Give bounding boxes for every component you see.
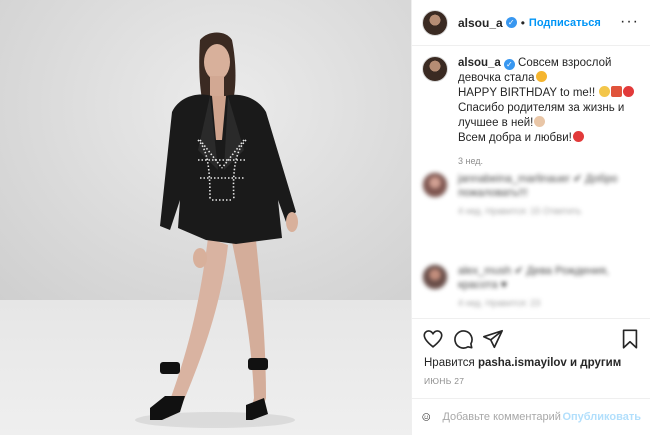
comment-avatar[interactable] [422, 172, 448, 198]
likes-prefix: Нравится [424, 357, 475, 369]
comment-meta: 4 нед. Нравится: 15 Ответить [458, 206, 582, 216]
caption: alsou_a ✓ Совсем взрослой девочка стала H… [422, 56, 642, 166]
comment-text-2: пожаловать!!! [458, 187, 528, 199]
verified-icon: ✓ [505, 17, 517, 28]
author-avatar[interactable] [422, 9, 448, 36]
verified-icon: ✓ [503, 59, 515, 70]
bookmark-icon[interactable] [619, 328, 641, 350]
caption-avatar[interactable] [422, 56, 448, 82]
more-options-icon[interactable]: ··· [620, 13, 639, 31]
heart-emoji-icon [572, 131, 584, 142]
comment-avatar[interactable] [422, 264, 448, 290]
comment-item: jannabeina_marlinauer ✔ Добро пожаловать… [422, 172, 642, 216]
post-photo[interactable] [0, 0, 411, 435]
emoji-icon[interactable] [422, 408, 431, 426]
post-actions [412, 318, 650, 358]
comments-section: alsou_a ✓ Совсем взрослой девочка стала H… [412, 46, 650, 318]
post-header: alsou_a ✓ • Подписаться ··· [412, 0, 650, 46]
comment-input[interactable] [442, 411, 563, 423]
heart-icon[interactable] [422, 328, 444, 350]
comment-text-1: alex_mush ✔ Дева Рождения, [458, 265, 609, 277]
author-username[interactable]: alsou_a [458, 16, 503, 30]
likes-others[interactable]: и другим [570, 357, 621, 369]
pray-emoji-icon [534, 116, 546, 127]
model-figure [135, 32, 298, 428]
dancer-emoji-icon [611, 86, 623, 97]
caption-username[interactable]: alsou_a [458, 57, 501, 69]
heart-emoji-icon [623, 86, 635, 97]
post-date: июнь 27 [424, 376, 465, 386]
publish-button[interactable]: Опубликовать [562, 411, 641, 423]
likes-summary: Нравится pasha.ismayilov и другим [424, 357, 621, 369]
comment-meta: 4 нед. Нравится: 23 [458, 298, 541, 308]
comment-item: alex_mush ✔ Дева Рождения, красота ♥ 4 н… [422, 264, 642, 308]
follow-button[interactable]: Подписаться [529, 17, 601, 29]
add-comment-bar: Опубликовать [412, 398, 650, 435]
party-face-emoji-icon [599, 86, 611, 97]
caption-line-4: Всем добра и любви! [458, 132, 572, 144]
comment-icon[interactable] [452, 328, 474, 350]
caption-line-2: HAPPY BIRTHDAY to me!! [458, 87, 596, 99]
header-separator: • [520, 15, 525, 30]
heart-eyes-emoji-icon [535, 71, 547, 82]
comment-text-1: jannabeina_marlinauer ✔ Добро [458, 173, 618, 185]
likes-user[interactable]: pasha.ismayilov [478, 357, 567, 369]
caption-time: 3 нед. [458, 156, 484, 166]
caption-text: alsou_a ✓ Совсем взрослой девочка стала H… [458, 56, 642, 146]
post-side-panel: alsou_a ✓ • Подписаться ··· alsou_a ✓ Сов… [411, 0, 650, 435]
comment-text-2: красота ♥ [458, 279, 508, 291]
share-icon[interactable] [482, 328, 504, 350]
